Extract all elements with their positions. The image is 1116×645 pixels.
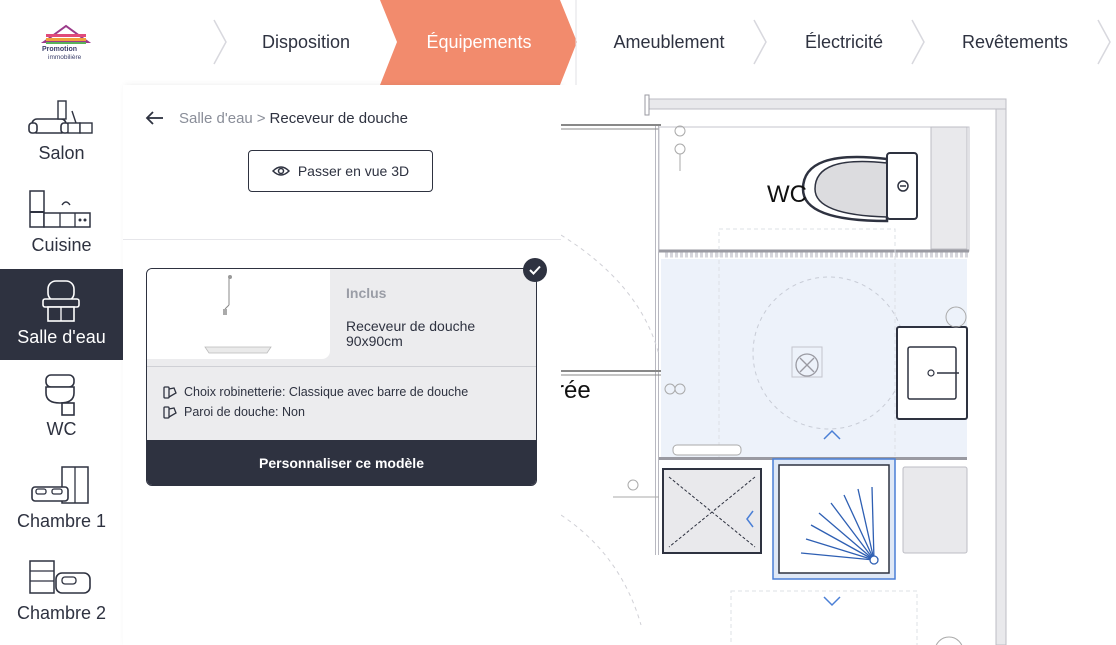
room-label: WC — [46, 419, 77, 439]
step-label: Disposition — [261, 32, 351, 52]
step-label: Électricité — [804, 32, 884, 52]
included-status: Inclus — [346, 285, 387, 301]
option-faucet: Choix robinetterie: Classique avec barre… — [163, 385, 468, 399]
shower-tray-image — [204, 275, 272, 354]
room-wc[interactable]: WC — [0, 361, 123, 452]
option-shower-wall: Paroi de douche: Non — [163, 405, 305, 419]
breadcrumb: Salle d'eau > Receveur de douche — [145, 107, 408, 129]
card-divider — [147, 366, 536, 367]
room-chambre-2[interactable]: Chambre 2 — [0, 545, 123, 636]
bed-wardrobe-icon — [31, 466, 89, 504]
selected-check-icon — [523, 258, 547, 282]
option-text: Choix robinetterie: Classique avec barre… — [184, 385, 469, 399]
room-cuisine[interactable]: Cuisine — [0, 177, 123, 268]
step-disposition[interactable]: Disposition — [232, 0, 380, 85]
eye-icon — [271, 166, 290, 176]
step-label: Revêtements — [961, 32, 1069, 52]
step-revetements[interactable]: Revêtements — [930, 0, 1100, 85]
step-separator-icon — [213, 19, 227, 65]
floor-plan-drawing: WC rée — [561, 94, 1007, 645]
room-salon[interactable]: Salon — [0, 85, 123, 176]
view-3d-label: Passer en vue 3D — [297, 163, 410, 179]
step-equipements[interactable]: Équipements — [398, 0, 560, 85]
kitchen-icon — [29, 190, 91, 228]
room-label: Chambre 1 — [16, 511, 107, 531]
breadcrumb-separator: > — [256, 109, 266, 127]
room-label: Cuisine — [31, 235, 92, 255]
step-separator-icon — [753, 19, 767, 65]
floor-plan[interactable]: WC rée — [561, 85, 1116, 645]
option-text: Paroi de douche: Non — [184, 405, 305, 419]
swatch-icon — [163, 406, 177, 419]
step-label: Ameublement — [613, 32, 725, 52]
step-electricite[interactable]: Électricité — [772, 0, 916, 85]
customize-label: Personnaliser ce modèle — [259, 454, 424, 471]
bathroom-sink-icon — [42, 280, 80, 322]
step-ameublement[interactable]: Ameublement — [590, 0, 748, 85]
room-label: Chambre 2 — [16, 603, 107, 623]
wc-plan-label: WC — [767, 181, 807, 208]
equipment-panel: Salle d'eau > Receveur de douche Passer … — [123, 85, 561, 645]
product-thumbnail — [147, 269, 330, 359]
entry-plan-label: rée — [561, 377, 591, 404]
breadcrumb-parent[interactable]: Salle d'eau — [179, 110, 253, 127]
product-card[interactable]: Inclus Receveur de douche 90x90cm Choix … — [146, 268, 537, 486]
bed-drawer-icon — [29, 560, 91, 594]
arrow-left-icon[interactable] — [145, 110, 165, 126]
step-label: Équipements — [426, 32, 532, 52]
product-name: Receveur de douche 90x90cm — [346, 318, 476, 349]
swatch-icon — [163, 386, 177, 399]
room-label: Salle d'eau — [17, 327, 106, 347]
sofa-icon — [28, 100, 93, 134]
top-navigation: Promotion immobilière Disposition Équipe… — [0, 0, 1116, 85]
room-chambre-1[interactable]: Chambre 1 — [0, 453, 123, 544]
view-3d-button[interactable]: Passer en vue 3D — [248, 150, 433, 192]
room-sidebar: Salon Cuisine Salle d'eau WC Chambre 1 C… — [0, 85, 123, 645]
toilet-icon — [45, 374, 75, 416]
breadcrumb-current: Receveur de douche — [269, 109, 408, 127]
panel-divider — [123, 239, 561, 240]
room-salle-deau[interactable]: Salle d'eau — [0, 269, 123, 360]
room-label: Salon — [38, 143, 85, 163]
configuration-steps: Disposition Équipements Ameublement Élec… — [0, 0, 1116, 85]
customize-model-button[interactable]: Personnaliser ce modèle — [147, 440, 536, 485]
